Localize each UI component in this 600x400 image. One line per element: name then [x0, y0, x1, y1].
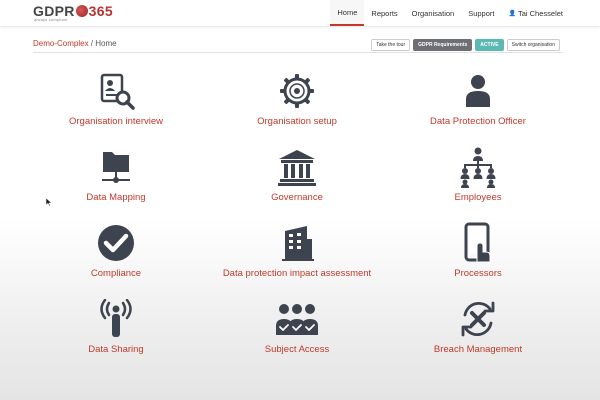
module-organisation-setup[interactable]: Organisation setup	[207, 70, 387, 127]
breadcrumb-current: Home	[95, 39, 117, 48]
building-icon	[282, 226, 314, 261]
header-actions: Take the tour GDPR Requirements ACTIVE S…	[371, 39, 560, 51]
module-data-protection-impact-assessment[interactable]: Data protection impact assessment	[207, 222, 387, 279]
module-label: Data protection impact assessment	[222, 268, 372, 279]
module-employees[interactable]: Employees	[388, 146, 568, 203]
module-label: Employees	[454, 192, 502, 203]
module-label: Data Mapping	[86, 192, 146, 203]
module-label: Compliance	[90, 268, 142, 279]
top-navbar: GDPR 365 always compliant Home Reports O…	[0, 0, 600, 26]
gear-icon	[280, 74, 314, 108]
module-governance[interactable]: Governance	[207, 146, 387, 203]
logo-number: 365	[88, 3, 113, 19]
main-nav: Home Reports Organisation Support 👤 Tai …	[330, 0, 570, 26]
module-compliance[interactable]: Compliance	[26, 222, 206, 279]
module-label: Data Sharing	[88, 344, 144, 355]
user-icon: 👤	[508, 10, 516, 17]
module-label: Processors	[454, 268, 502, 279]
switch-organisation-button[interactable]: Switch organisation	[506, 39, 560, 51]
org-chart-icon	[460, 147, 496, 188]
nav-organisation[interactable]: Organisation	[405, 0, 462, 26]
user-name: Tai Chesselet	[517, 8, 563, 18]
nav-home[interactable]: Home	[330, 0, 365, 26]
folder-network-icon	[102, 152, 130, 183]
logo-dot-icon	[75, 5, 88, 17]
person-icon	[466, 75, 490, 107]
module-label: Subject Access	[264, 344, 330, 355]
module-organisation-interview[interactable]: Organisation interview	[26, 70, 206, 127]
users-check-icon	[276, 304, 318, 335]
module-label: Governance	[271, 192, 323, 203]
logo-tagline: always compliant	[34, 17, 68, 22]
building-columns-icon	[278, 150, 316, 186]
module-data-protection-officer[interactable]: Data Protection Officer	[388, 70, 568, 127]
module-label: Organisation interview	[69, 116, 163, 127]
breadcrumb: Demo-Complex / Home	[33, 39, 117, 48]
header-divider	[33, 52, 563, 53]
interview-search-icon	[100, 73, 135, 110]
module-breach-management[interactable]: Breach Management	[388, 298, 568, 355]
antenna-icon	[100, 299, 132, 337]
take-tour-button[interactable]: Take the tour	[371, 39, 411, 51]
module-label: Data Protection Officer	[430, 116, 526, 127]
breadcrumb-org-link[interactable]: Demo-Complex	[33, 39, 89, 48]
status-badge: ACTIVE	[475, 39, 504, 51]
module-subject-access[interactable]: Subject Access	[207, 298, 387, 355]
module-data-mapping[interactable]: Data Mapping	[26, 146, 206, 203]
module-label: Organisation setup	[257, 116, 337, 127]
gdpr-requirements-button[interactable]: GDPR Requirements	[413, 39, 473, 51]
nav-user-menu[interactable]: 👤 Tai Chesselet	[501, 0, 570, 26]
module-processors[interactable]: Processors	[388, 222, 568, 279]
mouse-cursor-icon	[46, 198, 52, 207]
module-data-sharing[interactable]: Data Sharing	[26, 298, 206, 355]
nav-reports[interactable]: Reports	[364, 0, 404, 26]
module-label: Breach Management	[433, 344, 523, 355]
nav-support[interactable]: Support	[461, 0, 501, 26]
checkmark-circle-icon	[98, 225, 134, 261]
sync-x-icon	[461, 301, 495, 337]
tablet-touch-icon	[464, 222, 491, 263]
